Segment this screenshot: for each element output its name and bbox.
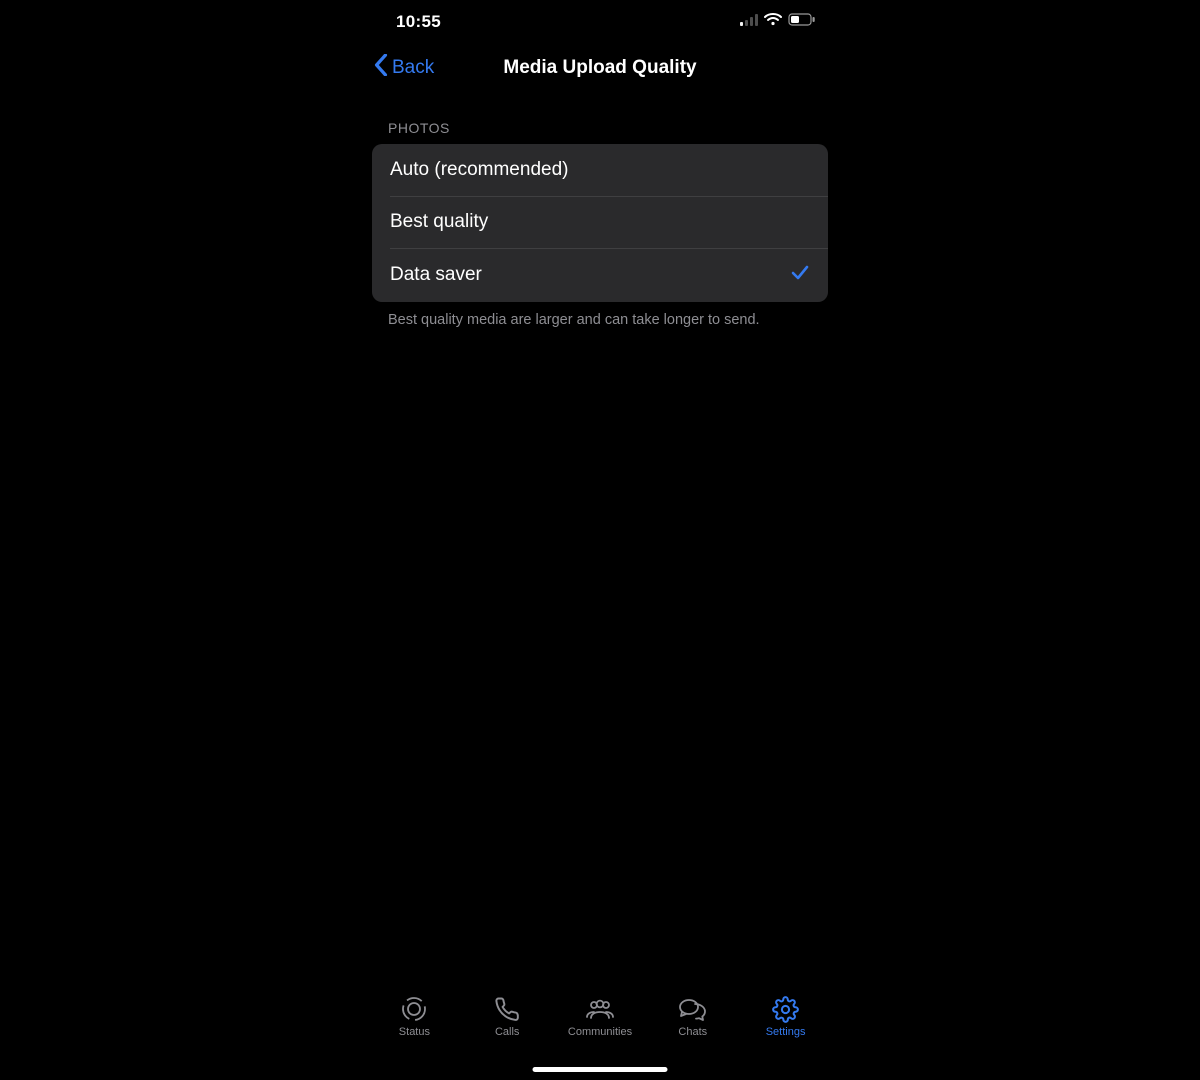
option-label: Data saver [390,264,482,286]
content-area: PHOTOS Auto (recommended) Best quality D… [360,92,840,986]
tab-bar: Status Calls [360,986,840,1080]
battery-icon [788,11,816,31]
option-best-quality[interactable]: Best quality [372,196,828,248]
tab-label: Status [399,1026,430,1038]
chats-icon [678,994,708,1024]
checkmark-icon [790,262,810,288]
nav-bar: Back Media Upload Quality [360,44,840,92]
status-icon [401,994,427,1024]
section-header-photos: PHOTOS [368,92,832,144]
tab-label: Calls [495,1026,519,1038]
option-label: Auto (recommended) [390,159,568,181]
section-footer: Best quality media are larger and can ta… [368,302,832,338]
photos-options-list: Auto (recommended) Best quality Data sav… [372,144,828,302]
option-data-saver[interactable]: Data saver [372,248,828,302]
tab-settings[interactable]: Settings [739,994,832,1038]
tab-chats[interactable]: Chats [646,994,739,1038]
tab-label: Settings [766,1026,806,1038]
tab-status[interactable]: Status [368,994,461,1038]
phone-frame: 10:55 [360,0,840,1080]
status-indicators [740,11,816,31]
status-time: 10:55 [396,12,441,32]
communities-icon [585,994,615,1024]
back-button[interactable]: Back [374,44,434,92]
wifi-icon [764,11,782,31]
tab-communities[interactable]: Communities [554,994,647,1038]
chevron-left-icon [374,54,388,82]
option-label: Best quality [390,211,488,233]
tab-label: Communities [568,1026,632,1038]
gear-icon [772,994,799,1024]
option-auto[interactable]: Auto (recommended) [372,144,828,196]
page-title: Media Upload Quality [503,57,696,79]
phone-icon [494,994,520,1024]
back-label: Back [392,57,434,79]
tab-label: Chats [678,1026,707,1038]
cellular-icon [740,11,758,31]
tab-calls[interactable]: Calls [461,994,554,1038]
home-indicator[interactable] [533,1067,668,1072]
status-bar: 10:55 [360,0,840,44]
